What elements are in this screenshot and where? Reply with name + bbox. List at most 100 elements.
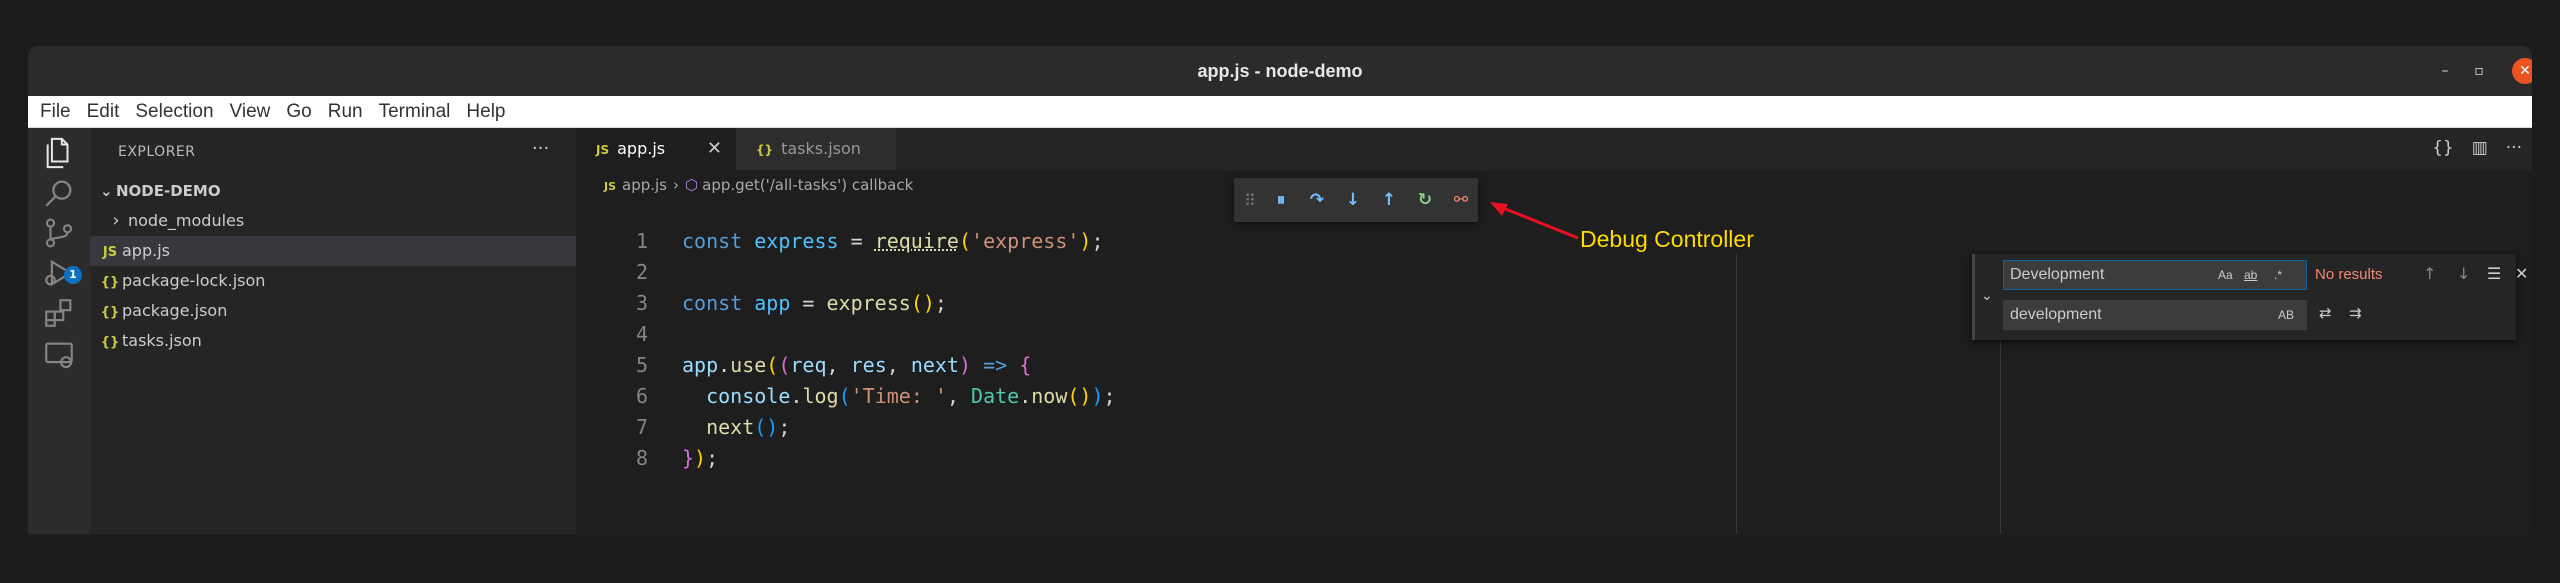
editor-ruler [1736, 254, 1737, 534]
code-line: 6 console.log('Time: ', Date.now()); [576, 381, 1116, 412]
menu-file[interactable]: File [32, 101, 79, 123]
code-text: const app = express(); [682, 291, 947, 315]
menu-terminal[interactable]: Terminal [371, 101, 459, 123]
remote-explorer-icon[interactable] [42, 338, 76, 372]
annotation-label: Debug Controller [1580, 226, 1754, 252]
files-icon[interactable] [42, 136, 76, 170]
more-icon[interactable]: ··· [532, 138, 549, 159]
json-file-icon: {} [100, 305, 120, 320]
annotation-arrow [1490, 202, 1579, 240]
activity-bar: 1 [28, 128, 90, 534]
debug-toolbar: ⠿ ⏸ ↷ ↓ ↑ ↻ ⚯ [1234, 178, 1478, 222]
json-file-icon: {} [100, 275, 120, 290]
line-number: 8 [635, 446, 648, 470]
menu-edit[interactable]: Edit [79, 101, 128, 123]
tree-item-package-json[interactable]: {} package.json [90, 296, 576, 326]
close-tab-icon[interactable]: ✕ [707, 128, 722, 170]
code-text: app.use((req, res, next) => { [682, 353, 1032, 377]
replace-icon[interactable]: ⇄ [2319, 304, 2332, 322]
tab-tasks-json[interactable]: {} tasks.json [736, 128, 896, 170]
explorer-sidebar: EXPLORER ··· ⌄ NODE-DEMO › node_modules JS… [90, 128, 576, 534]
tab-app-js[interactable]: JS app.js ✕ [576, 128, 736, 170]
code-text: }); [682, 446, 719, 470]
breadcrumb: JS app.js › ⬡ app.get('/all-tasks') callback [576, 170, 913, 200]
code-line: 7 next(); [576, 412, 790, 443]
match-word-icon[interactable]: ab [2244, 261, 2257, 289]
maximize-icon[interactable]: ▫ [2466, 58, 2492, 84]
menu-selection[interactable]: Selection [127, 101, 221, 123]
tree-item-tasks-json[interactable]: {} tasks.json [90, 326, 576, 356]
breadcrumb-separator: › [673, 176, 680, 194]
step-into-icon[interactable]: ↓ [1340, 187, 1366, 213]
tree-item-app-js[interactable]: JS app.js [90, 236, 576, 266]
find-in-selection-icon[interactable]: ☰ [2487, 264, 2501, 283]
title-bar: app.js - node-demo – ▫ ✕ [28, 46, 2532, 96]
code-line: 8}); [576, 443, 718, 474]
open-json-icon[interactable]: {} [2432, 138, 2454, 158]
method-icon: ⬡ [685, 176, 699, 194]
previous-match-icon[interactable]: ↑ [2423, 264, 2436, 283]
js-file-icon: JS [596, 143, 610, 157]
js-file-icon: JS [102, 245, 118, 260]
code-editor[interactable]: 1 const express = require('express'); 2 3… [576, 200, 2532, 534]
menu-run[interactable]: Run [320, 101, 371, 123]
debug-badge: 1 [64, 266, 82, 284]
menu-help[interactable]: Help [458, 101, 513, 123]
tab-actions: {} ▥ ··· [2432, 138, 2522, 158]
code-text: const express = require('express'); [682, 229, 1104, 253]
regex-icon[interactable]: .* [2274, 261, 2282, 289]
tree-item-node-modules[interactable]: › node_modules [90, 206, 576, 236]
match-case-icon[interactable]: Aa [2218, 261, 2233, 289]
chevron-right-icon: › [112, 210, 120, 231]
line-number: 3 [635, 291, 648, 315]
minimize-icon[interactable]: – [2432, 58, 2458, 84]
step-over-icon[interactable]: ↷ [1304, 187, 1330, 213]
line-number: 4 [635, 322, 648, 346]
menu-go[interactable]: Go [278, 101, 319, 123]
find-replace-widget: ⌄ Development Aa ab .* development AB No… [1972, 254, 2528, 340]
disconnect-icon[interactable]: ⚯ [1448, 187, 1474, 213]
line-number: 2 [635, 260, 648, 284]
json-file-icon: {} [756, 143, 774, 157]
drag-handle-icon[interactable]: ⠿ [1244, 191, 1258, 210]
pause-icon[interactable]: ⏸ [1268, 187, 1294, 213]
code-text: next(); [706, 415, 791, 439]
line-number: 1 [635, 229, 648, 253]
toggle-replace-icon[interactable]: ⌄ [1981, 288, 1993, 304]
code-text: console.log('Time: ', Date.now()); [706, 384, 1116, 408]
line-number: 6 [635, 384, 648, 408]
close-find-icon[interactable]: ✕ [2515, 264, 2528, 283]
window-title: app.js - node-demo [1197, 61, 1363, 81]
find-status: No results [2315, 266, 2383, 283]
extensions-icon[interactable] [42, 296, 76, 330]
workspace-section[interactable]: ⌄ NODE-DEMO [100, 182, 221, 200]
menu-bar: File Edit Selection View Go Run Terminal… [28, 96, 2532, 128]
editor-tabs: JS app.js ✕ {} tasks.json {} ▥ ··· [576, 128, 2532, 170]
vscode-window: app.js - node-demo – ▫ ✕ File Edit Selec… [28, 46, 2532, 534]
breadcrumb-symbol[interactable]: app.get('/all-tasks') callback [702, 176, 913, 194]
next-match-icon[interactable]: ↓ [2457, 264, 2470, 283]
preserve-case-icon[interactable]: AB [2278, 301, 2294, 329]
more-actions-icon[interactable]: ··· [2506, 138, 2522, 158]
restart-icon[interactable]: ↻ [1412, 187, 1438, 213]
source-control-icon[interactable] [42, 216, 76, 250]
close-icon[interactable]: ✕ [2512, 58, 2532, 84]
replace-all-icon[interactable]: ⇉ [2349, 304, 2362, 322]
search-icon[interactable] [42, 176, 76, 210]
tree-item-package-lock-json[interactable]: {} package-lock.json [90, 266, 576, 296]
find-input[interactable]: Development Aa ab .* [2003, 260, 2307, 290]
replace-input[interactable]: development AB [2003, 300, 2307, 330]
code-line: 3 const app = express(); [576, 288, 947, 319]
code-line: 5 app.use((req, res, next) => { [576, 350, 1031, 381]
breadcrumb-file[interactable]: app.js [622, 176, 667, 194]
code-line: 4 [576, 319, 648, 350]
split-editor-icon[interactable]: ▥ [2472, 138, 2488, 158]
chevron-down-icon: ⌄ [100, 182, 113, 200]
js-file-icon: JS [604, 180, 617, 193]
menu-view[interactable]: View [222, 101, 279, 123]
code-line: 1 const express = require('express'); [576, 226, 1104, 257]
json-file-icon: {} [100, 335, 120, 350]
line-number: 7 [635, 415, 648, 439]
code-line: 2 [576, 257, 648, 288]
step-out-icon[interactable]: ↑ [1376, 187, 1402, 213]
